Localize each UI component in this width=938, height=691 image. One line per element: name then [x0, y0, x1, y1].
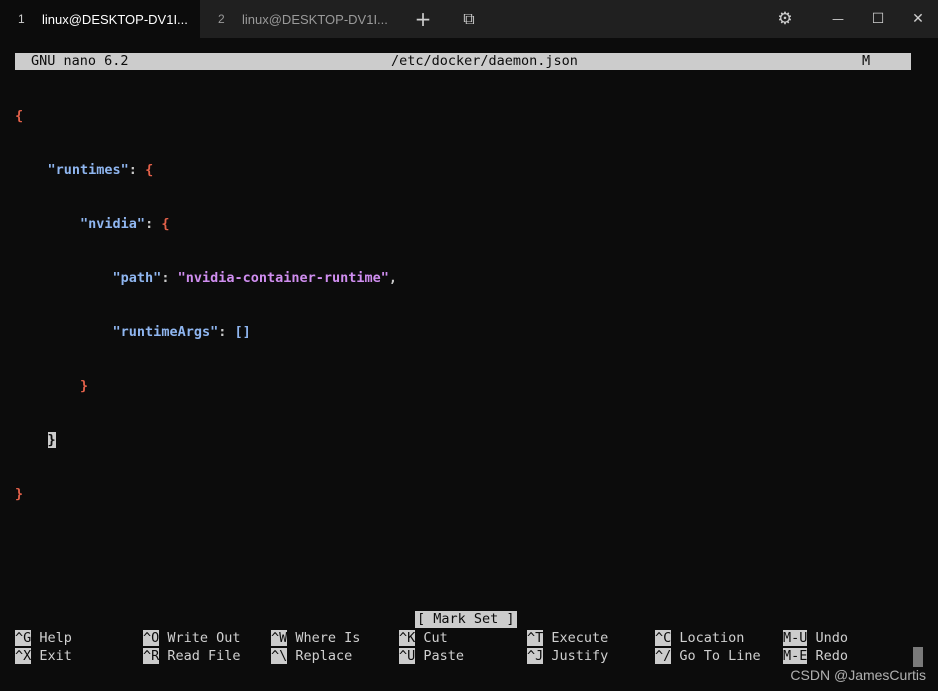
shortcut-key: ^/: [655, 648, 672, 664]
shortcut-write-out[interactable]: ^O Write Out: [143, 629, 241, 647]
shortcut-key: ^J: [527, 648, 544, 664]
shortcut-label: Help: [39, 630, 72, 646]
shortcut-key: ^T: [527, 630, 544, 646]
json-colon: :: [218, 324, 235, 340]
tab-number: 2: [218, 12, 225, 26]
shortcut-key: ^C: [655, 630, 672, 646]
title-bar: 1 linux@DESKTOP-DV1I... 2 linux@DESKTOP-…: [0, 0, 938, 38]
shortcut-justify[interactable]: ^J Justify: [527, 647, 608, 665]
code-line: {: [15, 107, 397, 125]
close-icon[interactable]: ✕: [898, 0, 938, 38]
shortcut-key: ^\: [271, 648, 288, 664]
tab-2[interactable]: 2 linux@DESKTOP-DV1I...: [200, 0, 400, 38]
close-brace: }: [15, 486, 24, 502]
shortcut-key: M-E: [783, 648, 808, 664]
settings-icon[interactable]: ⚙: [765, 0, 805, 38]
nano-version: GNU nano 6.2: [31, 53, 129, 69]
shortcut-replace[interactable]: ^\ Replace: [271, 647, 352, 665]
shortcut-go-to-line[interactable]: ^/ Go To Line: [655, 647, 761, 665]
shortcut-key: ^W: [271, 630, 288, 646]
shortcut-label: Read File: [167, 648, 241, 664]
code-line: "runtimes": {: [15, 161, 397, 179]
shortcut-exit[interactable]: ^X Exit: [15, 647, 72, 665]
editor-content[interactable]: { "runtimes": { "nvidia": { "path": "nvi…: [15, 71, 397, 521]
json-string-value: "nvidia-container-runtime": [177, 270, 389, 286]
json-colon: :: [128, 162, 146, 178]
code-line: "path": "nvidia-container-runtime",: [15, 269, 398, 287]
shortcut-paste[interactable]: ^U Paste: [399, 647, 464, 665]
tab-dropdown-icon[interactable]: ⧉: [449, 0, 489, 38]
code-line: }: [15, 377, 397, 395]
shortcut-key: ^K: [399, 630, 416, 646]
json-key: "path": [112, 270, 162, 286]
shortcut-key: ^R: [143, 648, 160, 664]
json-key: "runtimes": [47, 162, 129, 178]
shortcut-key: ^U: [399, 648, 416, 664]
open-brace: {: [145, 162, 154, 178]
shortcut-label: Justify: [551, 648, 609, 664]
open-brace: {: [15, 108, 24, 124]
shortcut-label: Where Is: [295, 630, 361, 646]
scrollbar-thumb[interactable]: [913, 647, 923, 667]
nano-status-message: [ Mark Set ]: [415, 611, 517, 628]
shortcut-execute[interactable]: ^T Execute: [527, 629, 608, 647]
open-brace: {: [161, 216, 170, 232]
shortcut-label: Redo: [815, 648, 849, 664]
tab-label: linux@DESKTOP-DV1I...: [42, 11, 188, 27]
shortcut-key: ^O: [143, 630, 160, 646]
nano-modified-flag: M: [862, 53, 871, 69]
minimize-icon[interactable]: —: [818, 0, 858, 38]
code-line: }: [15, 431, 397, 449]
maximize-icon[interactable]: ☐: [858, 0, 898, 38]
code-line: "runtimeArgs": []: [15, 323, 397, 341]
shortcut-redo[interactable]: M-E Redo: [783, 647, 848, 665]
new-tab-icon[interactable]: +: [403, 0, 443, 38]
json-colon: :: [161, 270, 178, 286]
json-array-value: []: [234, 324, 251, 340]
code-line: }: [15, 485, 397, 503]
code-line: "nvidia": {: [15, 215, 397, 233]
shortcut-where-is[interactable]: ^W Where Is: [271, 629, 360, 647]
shortcut-label: Write Out: [167, 630, 241, 646]
json-comma: ,: [388, 270, 398, 286]
shortcut-undo[interactable]: M-U Undo: [783, 629, 848, 647]
tab-1[interactable]: 1 linux@DESKTOP-DV1I...: [0, 0, 200, 38]
tab-label: linux@DESKTOP-DV1I...: [242, 11, 388, 27]
shortcut-key: ^X: [15, 648, 32, 664]
json-key: "nvidia": [80, 216, 146, 232]
shortcut-label: Cut: [423, 630, 448, 646]
shortcut-key: M-U: [783, 630, 808, 646]
json-colon: :: [145, 216, 162, 232]
shortcut-label: Paste: [423, 648, 465, 664]
shortcut-read-file[interactable]: ^R Read File: [143, 647, 241, 665]
close-brace: }: [80, 378, 89, 394]
shortcut-help[interactable]: ^G Help: [15, 629, 72, 647]
shortcut-label: Execute: [551, 630, 609, 646]
shortcut-label: Replace: [295, 648, 353, 664]
shortcut-label: Location: [679, 630, 745, 646]
tab-number: 1: [18, 12, 25, 26]
text-cursor: }: [47, 432, 56, 448]
json-key: "runtimeArgs": [112, 324, 219, 340]
shortcut-label: Exit: [39, 648, 72, 664]
nano-header-bar: GNU nano 6.2 /etc/docker/daemon.json M: [15, 53, 911, 70]
watermark: CSDN @JamesCurtis: [790, 667, 926, 683]
shortcut-label: Undo: [815, 630, 849, 646]
shortcut-key: ^G: [15, 630, 32, 646]
shortcut-label: Go To Line: [679, 648, 761, 664]
shortcut-cut[interactable]: ^K Cut: [399, 629, 448, 647]
shortcut-location[interactable]: ^C Location: [655, 629, 744, 647]
nano-filename: /etc/docker/daemon.json: [391, 53, 578, 69]
